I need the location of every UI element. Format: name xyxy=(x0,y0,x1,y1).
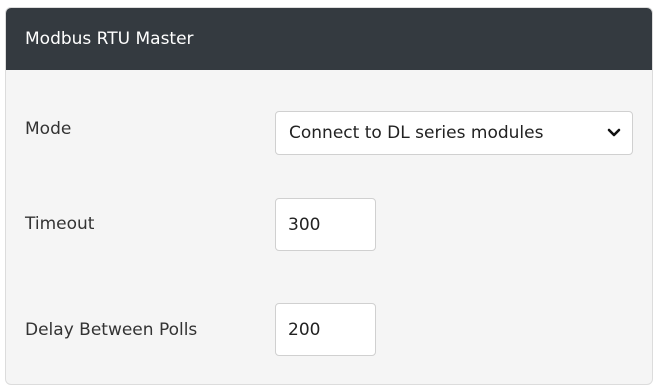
modbus-rtu-master-panel: Modbus RTU Master Mode Connect to DL ser… xyxy=(5,7,653,385)
delay-between-polls-label: Delay Between Polls xyxy=(25,320,198,340)
chevron-down-icon xyxy=(604,123,624,143)
mode-label: Mode xyxy=(25,119,72,139)
delay-between-polls-input[interactable] xyxy=(275,303,376,356)
panel-header: Modbus RTU Master xyxy=(6,8,652,70)
panel-title: Modbus RTU Master xyxy=(25,29,194,49)
mode-select-value: Connect to DL series modules xyxy=(289,123,544,143)
timeout-label: Timeout xyxy=(25,214,95,234)
timeout-input[interactable] xyxy=(275,198,376,251)
mode-select[interactable]: Connect to DL series modules xyxy=(275,111,633,155)
